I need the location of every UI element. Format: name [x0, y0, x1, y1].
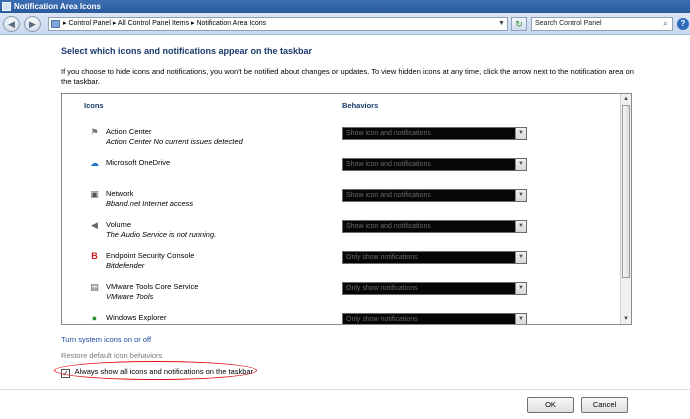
list-item: ● Windows Explorer Only show notificatio… [62, 313, 617, 324]
vmware-icon: ▤ [90, 282, 99, 292]
scroll-up-icon[interactable]: ▲ [621, 94, 631, 104]
item-status: VMware Tools [106, 292, 154, 301]
breadcrumb: ▸ Control Panel ▸ All Control Panel Item… [63, 20, 267, 27]
help-icon[interactable]: ? [677, 18, 689, 30]
bitdefender-icon: B [91, 251, 98, 261]
page-heading: Select which icons and notifications app… [61, 46, 313, 56]
speaker-icon: ◀ [91, 220, 98, 230]
scroll-thumb[interactable] [622, 105, 630, 278]
page-description: If you choose to hide icons and notifica… [61, 67, 634, 86]
behavior-select[interactable]: Show icon and notifications ▼ [342, 158, 527, 171]
list-item: ▤ VMware Tools Core Service VMware Tools… [62, 282, 617, 313]
behavior-select[interactable]: Show icon and notifications ▼ [342, 127, 527, 140]
chevron-down-icon[interactable]: ▼ [515, 128, 526, 139]
item-name: Network [106, 189, 134, 198]
flag-icon: ⚑ [90, 127, 99, 137]
footer-divider [0, 389, 690, 390]
restore-defaults-link[interactable]: Restore default icon behaviors [61, 351, 162, 360]
item-status: Bband.net Internet access [106, 199, 194, 208]
chevron-down-icon[interactable]: ▼ [515, 190, 526, 201]
list-item: B Endpoint Security Console Bitdefender … [62, 251, 617, 282]
list-item: ⚑ Action Center Action Center No current… [62, 127, 617, 158]
refresh-button[interactable]: ↻ [511, 17, 527, 31]
scroll-down-icon[interactable]: ▼ [621, 314, 631, 324]
back-button[interactable]: ◀ [3, 16, 20, 32]
item-name: Action Center [106, 127, 152, 136]
search-placeholder: Search Control Panel [535, 20, 602, 27]
vertical-scrollbar[interactable]: ▲ ▼ [620, 94, 631, 324]
red-annotation-ellipse [54, 361, 257, 380]
behavior-select[interactable]: Show icon and notifications ▼ [342, 220, 527, 233]
address-bar[interactable]: ▸ Control Panel ▸ All Control Panel Item… [48, 17, 508, 31]
refresh-icon: ↻ [515, 19, 523, 29]
chevron-down-icon[interactable]: ▼ [515, 159, 526, 170]
navigation-bar: ◀ ▶ ▸ Control Panel ▸ All Control Panel … [0, 13, 690, 35]
item-name: Windows Explorer [106, 313, 167, 322]
chevron-down-icon[interactable]: ▼ [515, 314, 526, 324]
chevron-down-icon[interactable]: ▼ [515, 221, 526, 232]
item-status: The Audio Service is not running. [106, 230, 217, 239]
window-icon [2, 2, 11, 11]
chevron-down-icon[interactable]: ▼ [515, 283, 526, 294]
list-item: ◀ Volume The Audio Service is not runnin… [62, 220, 617, 251]
title-bar: Notification Area Icons [0, 0, 690, 13]
network-icon: ▣ [90, 189, 99, 199]
icons-list[interactable]: Icons Behaviors ⚑ Action Center Action C… [61, 93, 632, 325]
column-header-behaviors: Behaviors [342, 101, 379, 110]
item-status: Action Center No current issues detected [106, 137, 243, 146]
cancel-button[interactable]: Cancel [581, 397, 628, 413]
list-item: ☁ Microsoft OneDrive Show icon and notif… [62, 158, 617, 189]
item-name: VMware Tools Core Service [106, 282, 199, 291]
item-name: Volume [106, 220, 132, 229]
cloud-icon: ☁ [90, 158, 99, 168]
safely-remove-icon: ● [91, 313, 98, 323]
chevron-down-icon[interactable]: ▼ [515, 252, 526, 263]
behavior-select[interactable]: Show icon and notifications ▼ [342, 189, 527, 202]
forward-button[interactable]: ▶ [24, 16, 41, 32]
behavior-select[interactable]: Only show notifications ▼ [342, 282, 527, 295]
turn-system-icons-link[interactable]: Turn system icons on or off [61, 335, 151, 344]
item-status: Bitdefender [106, 261, 145, 270]
item-name: Microsoft OneDrive [106, 158, 171, 167]
behavior-select[interactable]: Only show notifications ▼ [342, 251, 527, 264]
search-input[interactable]: Search Control Panel ⌕ [531, 17, 673, 31]
chevron-down-icon[interactable]: ▼ [496, 18, 507, 30]
column-header-icons: Icons [84, 101, 104, 110]
ok-button[interactable]: OK [527, 397, 574, 413]
search-icon[interactable]: ⌕ [659, 18, 672, 30]
list-item: ▣ Network Bband.net Internet access Show… [62, 189, 617, 220]
behavior-select[interactable]: Only show notifications ▼ [342, 313, 527, 324]
control-panel-icon [51, 20, 60, 28]
window-title: Notification Area Icons [14, 2, 101, 11]
item-name: Endpoint Security Console [106, 251, 195, 260]
